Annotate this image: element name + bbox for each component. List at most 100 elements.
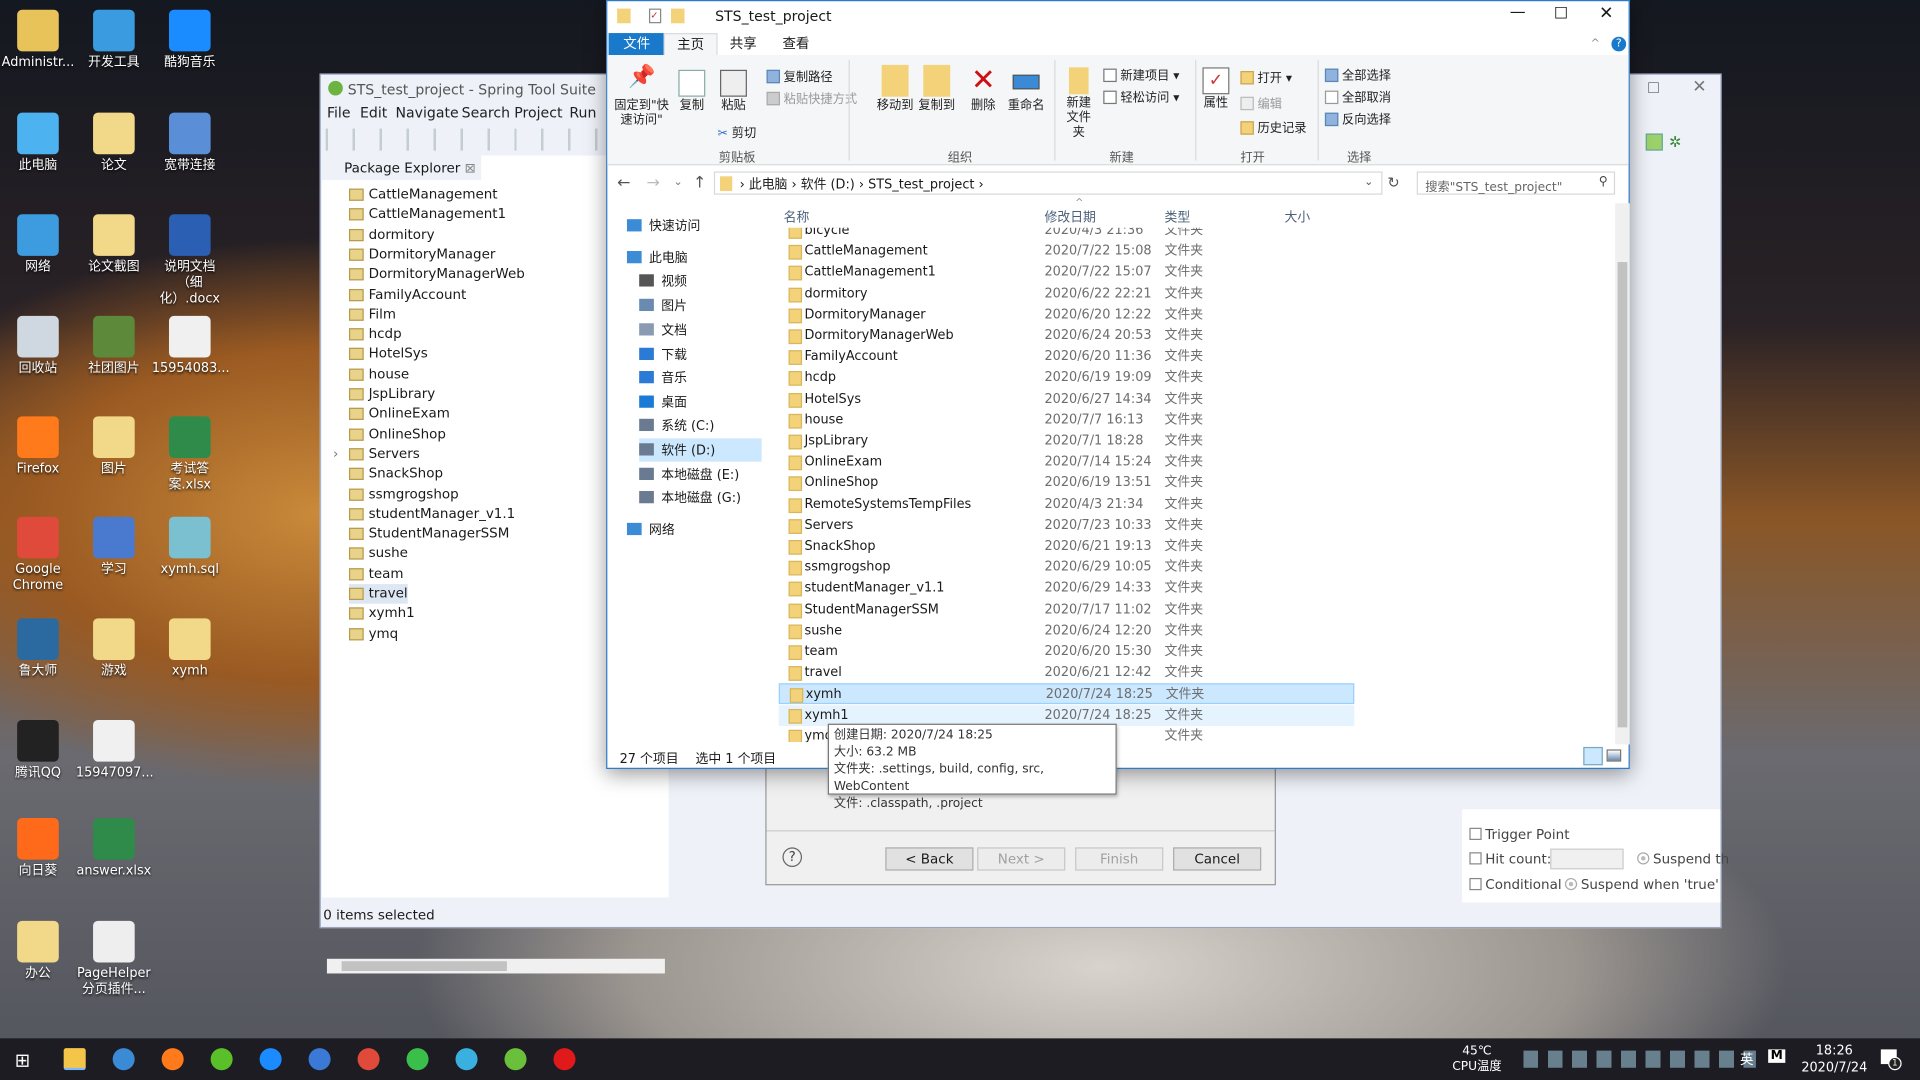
tab-view[interactable]: 查看: [770, 33, 821, 55]
desktop-icon[interactable]: Firefox: [0, 416, 76, 477]
suspend-when-true-radio[interactable]: Suspend when 'true': [1564, 877, 1719, 893]
collapse-ribbon-icon[interactable]: ^: [1591, 38, 1600, 50]
open-button[interactable]: 打开 ▾: [1240, 67, 1292, 86]
desktop-icon[interactable]: 腾讯QQ: [0, 720, 76, 781]
desktop-icon[interactable]: 回收站: [0, 315, 76, 377]
close-tab-icon[interactable]: ⊠: [465, 160, 476, 176]
file-row[interactable]: StudentManagerSSM 2020/7/17 11:02 文件夹: [779, 600, 1355, 621]
file-row[interactable]: travel 2020/6/21 12:42 文件夹: [779, 663, 1355, 684]
menu-search[interactable]: Search: [462, 104, 510, 121]
breadcrumb-this-pc[interactable]: 此电脑: [749, 178, 788, 193]
edit-button[interactable]: 编辑: [1240, 93, 1282, 111]
tree-item[interactable]: hcdp: [348, 325, 402, 345]
spring-perspective-icon[interactable]: [1645, 133, 1663, 151]
tab-share[interactable]: 共享: [718, 33, 769, 55]
taskbar-browser-icon[interactable]: [308, 1048, 331, 1071]
file-row[interactable]: FamilyAccount 2020/6/20 11:36 文件夹: [779, 347, 1355, 368]
file-row[interactable]: DormitoryManager 2020/6/20 12:22 文件夹: [779, 305, 1355, 326]
tree-item[interactable]: team: [348, 564, 404, 584]
file-row[interactable]: CattleManagement 2020/7/22 15:08 文件夹: [779, 241, 1355, 262]
close-button[interactable]: ✕: [1599, 4, 1613, 24]
address-bar[interactable]: › 此电脑 › 软件 (D:) › STS_test_project › ⌄: [713, 171, 1383, 195]
cancel-button[interactable]: Cancel: [1173, 847, 1262, 871]
tab-file[interactable]: 文件: [608, 33, 665, 56]
breadcrumb-drive-d[interactable]: 软件 (D:): [801, 178, 855, 193]
ime-indicator[interactable]: 英: [1740, 1049, 1753, 1069]
desktop-icon[interactable]: 社团图片: [76, 315, 152, 377]
tree-item[interactable]: sushe: [348, 544, 408, 564]
file-row[interactable]: Servers 2020/7/23 10:33 文件夹: [779, 515, 1355, 536]
desktop-icon[interactable]: 鲁大师: [0, 618, 76, 679]
tree-item[interactable]: JspLibrary: [348, 384, 435, 404]
tree-item[interactable]: dormitory: [348, 225, 435, 245]
desktop-icon[interactable]: 学习: [76, 516, 152, 578]
select-all-button[interactable]: 全部选择: [1324, 65, 1391, 83]
tree-item[interactable]: xymh1: [348, 604, 415, 624]
column-size[interactable]: 大小: [1284, 208, 1310, 226]
hit-count-checkbox[interactable]: Hit count:: [1469, 851, 1551, 867]
desktop-icon[interactable]: 15954083...: [152, 315, 230, 377]
maximize-button[interactable]: ☐: [1554, 5, 1568, 23]
paste-shortcut-button[interactable]: 粘贴快捷方式: [766, 88, 857, 107]
file-row[interactable]: CattleManagement1 2020/7/22 15:07 文件夹: [779, 263, 1355, 284]
hit-count-input[interactable]: [1550, 848, 1624, 870]
file-row[interactable]: OnlineExam 2020/7/14 15:24 文件夹: [779, 452, 1355, 473]
taskbar-kugou-icon[interactable]: [259, 1048, 282, 1071]
taskbar-wechat-icon[interactable]: [406, 1048, 429, 1071]
file-row[interactable]: xymh1 2020/7/24 18:25 文件夹: [778, 704, 1355, 726]
system-tray-icons[interactable]: [1523, 1050, 1756, 1068]
pin-quick-access-button[interactable]: 📌 固定到"快速访问": [612, 66, 671, 129]
file-row[interactable]: studentManager_v1.1 2020/6/29 14:33 文件夹: [779, 578, 1355, 599]
invert-selection-button[interactable]: 反向选择: [1324, 109, 1391, 127]
taskbar-app-360-icon[interactable]: [455, 1048, 478, 1071]
desktop-icon[interactable]: 图片: [76, 416, 152, 477]
large-icons-view-button[interactable]: [1606, 749, 1622, 762]
cut-button[interactable]: ✂ 剪切: [718, 122, 757, 140]
taskbar-leaf-app-icon[interactable]: [210, 1048, 233, 1071]
taskbar-firefox-icon[interactable]: [161, 1048, 184, 1071]
desktop-icon[interactable]: 游戏: [76, 618, 152, 679]
copy-button[interactable]: 复制: [676, 69, 708, 114]
desktop-icon[interactable]: 向日葵: [0, 817, 76, 879]
tree-item[interactable]: studentManager_v1.1: [348, 504, 515, 524]
menu-run[interactable]: Run: [569, 104, 596, 121]
file-row[interactable]: SnackShop 2020/6/21 19:13 文件夹: [779, 536, 1355, 557]
column-type[interactable]: 类型: [1164, 208, 1190, 226]
history-button[interactable]: 历史记录: [1240, 118, 1307, 136]
close-button[interactable]: ✕: [1692, 77, 1706, 97]
paste-button[interactable]: 粘贴: [718, 69, 750, 114]
tree-item[interactable]: Servers ›: [333, 444, 420, 464]
start-button[interactable]: ⊞: [15, 1049, 30, 1071]
file-row[interactable]: HotelSys 2020/6/27 14:34 文件夹: [779, 389, 1355, 410]
help-icon[interactable]: ?: [1611, 36, 1627, 52]
file-row[interactable]: ssmgrogshop 2020/6/29 10:05 文件夹: [779, 557, 1355, 578]
new-folder-quick-icon[interactable]: [671, 8, 685, 24]
desktop-icon[interactable]: xymh: [152, 618, 228, 679]
tree-item[interactable]: CattleManagement: [348, 185, 498, 205]
desktop-icon[interactable]: Google Chrome: [0, 516, 76, 594]
back-icon[interactable]: ←: [617, 174, 630, 192]
file-row[interactable]: team 2020/6/20 15:30 文件夹: [779, 642, 1355, 663]
file-row[interactable]: sushe 2020/6/24 12:20 文件夹: [779, 621, 1355, 642]
notifications-icon[interactable]: 1: [1880, 1049, 1902, 1071]
properties-button[interactable]: ✓ 属性: [1200, 67, 1232, 111]
delete-button[interactable]: ✕ 删除: [967, 65, 999, 114]
file-row[interactable]: house 2020/7/7 16:13 文件夹: [779, 410, 1355, 431]
tree-item[interactable]: OnlineExam: [348, 404, 450, 424]
desktop-icon[interactable]: 此电脑: [0, 112, 76, 174]
file-row[interactable]: hcdp 2020/6/19 19:09 文件夹: [779, 368, 1355, 389]
tree-item[interactable]: house: [348, 365, 409, 385]
desktop-icon[interactable]: 论文: [76, 112, 152, 174]
file-row[interactable]: dormitory 2020/6/22 22:21 文件夹: [779, 284, 1355, 305]
trigger-point-checkbox[interactable]: Trigger Point: [1469, 827, 1569, 842]
desktop-icon[interactable]: 酷狗音乐: [152, 9, 228, 71]
tree-item[interactable]: CattleManagement1: [348, 205, 506, 225]
tree-item[interactable]: DormitoryManager: [348, 245, 495, 265]
maximize-button[interactable]: ☐: [1647, 80, 1660, 97]
move-to-button[interactable]: 移动到: [874, 64, 916, 114]
tab-package-explorer[interactable]: Package Explorer ⊠: [322, 155, 482, 181]
properties-quick-icon[interactable]: ✓: [648, 8, 662, 24]
taskbar-file-explorer-icon[interactable]: [63, 1048, 86, 1071]
clock[interactable]: 18:26 2020/7/24: [1798, 1042, 1871, 1076]
rename-button[interactable]: 重命名: [1007, 65, 1046, 114]
